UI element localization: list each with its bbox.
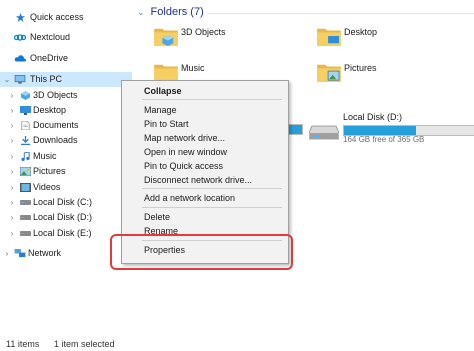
nav-this-pc[interactable]: ⌄ This PC xyxy=(0,72,132,87)
nav-label: Quick access xyxy=(30,12,84,22)
nav-documents[interactable]: › Documents xyxy=(0,118,132,133)
menu-item-manage[interactable]: Manage xyxy=(144,105,177,115)
nav-label: Videos xyxy=(33,182,61,192)
nav-label: Local Disk (E:) xyxy=(33,228,92,238)
nav-label: Nextcloud xyxy=(30,32,71,42)
chevron-right-icon[interactable]: › xyxy=(8,210,16,225)
nav-desktop[interactable]: › Desktop xyxy=(0,103,132,118)
star-icon xyxy=(16,13,25,22)
nav-pictures[interactable]: › Pictures xyxy=(0,164,132,179)
status-selection: 1 item selected xyxy=(54,339,115,349)
folders-header-label: Folders (7) xyxy=(150,6,204,18)
folder-label: Music xyxy=(181,63,205,73)
nav-videos[interactable]: › Videos xyxy=(0,180,132,195)
cube-icon xyxy=(21,91,30,100)
documents-icon xyxy=(21,121,30,130)
chevron-down-icon: ⌄ xyxy=(137,6,145,17)
menu-separator xyxy=(142,207,282,208)
menu-item-add-network-location[interactable]: Add a network location xyxy=(144,193,235,203)
menu-item-collapse[interactable]: Collapse xyxy=(144,86,182,96)
drive-icon xyxy=(20,200,31,205)
nav-nextcloud[interactable]: Nextcloud xyxy=(0,30,132,45)
drive-name: Local Disk (D:) xyxy=(343,112,403,122)
menu-item-map-network-drive[interactable]: Map network drive... xyxy=(144,133,225,143)
folder-tile-3d-objects[interactable]: 3D Objects xyxy=(153,26,273,52)
nav-label: 3D Objects xyxy=(33,90,78,100)
folder-tile-pictures[interactable]: Pictures xyxy=(316,62,436,88)
properties-highlight-box xyxy=(110,234,293,270)
nav-label: This PC xyxy=(30,74,63,84)
drive-tile-local-disk-d[interactable]: Local Disk (D:) 164 GB free of 365 GB xyxy=(307,112,474,144)
downloads-icon xyxy=(21,136,30,145)
menu-separator xyxy=(142,188,282,189)
nav-label: Local Disk (C:) xyxy=(33,197,93,207)
nav-onedrive[interactable]: OneDrive xyxy=(0,51,132,66)
chevron-right-icon[interactable]: › xyxy=(8,164,16,179)
menu-item-pin-quick-access[interactable]: Pin to Quick access xyxy=(144,161,223,171)
nav-label: Music xyxy=(33,151,57,161)
nav-label: Pictures xyxy=(33,166,66,176)
folder-pictures-icon xyxy=(317,64,341,82)
folder-music-icon xyxy=(154,64,178,82)
nav-local-disk-c[interactable]: › Local Disk (C:) xyxy=(0,195,132,210)
drive-icon xyxy=(20,215,31,220)
menu-item-open-new-window[interactable]: Open in new window xyxy=(144,147,227,157)
folder-desktop-icon xyxy=(317,28,341,46)
nav-downloads[interactable]: › Downloads xyxy=(0,133,132,148)
menu-item-delete[interactable]: Delete xyxy=(144,212,170,222)
pictures-icon xyxy=(20,167,31,176)
drive-free-space: 164 GB free of 365 GB xyxy=(343,135,425,144)
folders-section-header[interactable]: ⌄ Folders (7) xyxy=(137,6,204,18)
pc-icon xyxy=(14,75,26,84)
status-bar: 11 items 1 item selected xyxy=(0,335,474,351)
chevron-right-icon[interactable]: › xyxy=(8,149,16,164)
navigation-pane: Quick access Nextcloud OneDrive ⌄ This P… xyxy=(0,0,132,330)
folder-3d-objects-icon xyxy=(154,28,178,46)
network-icon xyxy=(14,249,26,258)
nav-label: Local Disk (D:) xyxy=(33,212,93,222)
menu-item-pin-to-start[interactable]: Pin to Start xyxy=(144,119,189,129)
chevron-right-icon[interactable]: › xyxy=(8,88,16,103)
nav-label: Downloads xyxy=(33,135,78,145)
chevron-right-icon[interactable]: › xyxy=(8,195,16,210)
chevron-right-icon[interactable]: › xyxy=(8,133,16,148)
chevron-right-icon[interactable]: › xyxy=(3,246,11,261)
music-icon xyxy=(21,152,30,161)
status-item-count: 11 items xyxy=(6,339,40,349)
onedrive-icon xyxy=(14,55,26,62)
videos-icon xyxy=(20,183,31,192)
chevron-right-icon[interactable]: › xyxy=(8,118,16,133)
nav-quick-access[interactable]: Quick access xyxy=(0,10,132,25)
drive-icon xyxy=(20,231,31,236)
nav-local-disk-d[interactable]: › Local Disk (D:) xyxy=(0,210,132,225)
folder-label: Pictures xyxy=(344,63,377,73)
chevron-right-icon[interactable]: › xyxy=(8,103,16,118)
drive-icon xyxy=(309,125,339,140)
desktop-icon xyxy=(20,106,31,115)
drive-usage-fill xyxy=(344,126,416,135)
nav-music[interactable]: › Music xyxy=(0,149,132,164)
chevron-down-icon[interactable]: ⌄ xyxy=(3,72,11,87)
nav-label: Desktop xyxy=(33,105,67,115)
menu-item-disconnect-network-drive[interactable]: Disconnect network drive... xyxy=(144,175,252,185)
folder-label: 3D Objects xyxy=(181,27,226,37)
nav-label: Network xyxy=(28,248,62,258)
section-divider xyxy=(207,13,474,14)
menu-separator xyxy=(142,99,282,100)
folder-label: Desktop xyxy=(344,27,378,37)
nextcloud-icon xyxy=(14,34,26,41)
chevron-right-icon[interactable]: › xyxy=(8,180,16,195)
nav-label: OneDrive xyxy=(30,53,69,63)
chevron-right-icon[interactable]: › xyxy=(8,226,16,241)
nav-label: Documents xyxy=(33,120,79,130)
folder-tile-desktop[interactable]: Desktop xyxy=(316,26,436,52)
nav-3d-objects[interactable]: › 3D Objects xyxy=(0,88,132,103)
